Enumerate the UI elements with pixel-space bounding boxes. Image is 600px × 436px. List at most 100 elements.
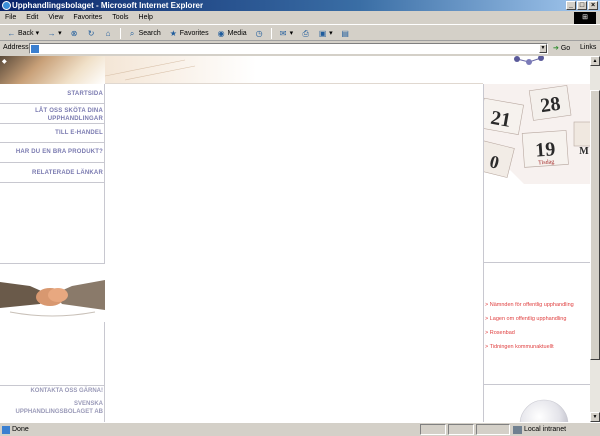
handshake-graphic <box>0 264 105 322</box>
mail-icon: ✉ <box>279 28 287 38</box>
link-lagen[interactable]: > Lagen om offentlig upphandling <box>484 312 590 326</box>
mail-button[interactable]: ✉ ▾ <box>275 27 298 40</box>
link-namnden[interactable]: > Nämnden för offentlig upphandling <box>484 298 590 312</box>
left-divider <box>0 385 105 386</box>
company-name-line1: SVENSKA <box>73 401 103 407</box>
calendar-number-19: 19 <box>535 138 556 161</box>
status-text: Done <box>12 426 29 433</box>
left-navigation: STARTSIDA LÅT OSS SKÖTA DINA UPPHANDLING… <box>0 84 105 183</box>
media-label: Media <box>227 29 247 37</box>
nav-e-handel[interactable]: TILL E-HANDEL <box>0 124 105 143</box>
window-title: Upphandlingsbolaget - Microsoft Internet… <box>12 1 204 10</box>
contact-block: KONTAKTA OSS GÄRNA! SVENSKA UPPHANDLINGS… <box>0 387 105 416</box>
back-button[interactable]: ← Back ▾ <box>3 27 43 40</box>
print-button[interactable]: ⎙ <box>297 27 314 40</box>
scroll-down-icon[interactable]: ▼ <box>590 412 600 422</box>
address-input[interactable] <box>29 43 548 54</box>
banner-image <box>104 56 483 84</box>
right-column: 28 21 19 Tisdag 0 M > Nämnden för offent… <box>483 84 590 422</box>
link-tidningen[interactable]: > Tidningen kommunaktuellt <box>484 340 590 354</box>
edit-dropdown-icon[interactable]: ▾ <box>329 29 333 37</box>
related-links-list: > Nämnden för offentlig upphandling > La… <box>484 298 590 354</box>
logo-mark-icon: ◆ <box>2 59 7 65</box>
calendar-number-28: 28 <box>539 93 562 118</box>
discuss-icon: ▤ <box>341 28 349 38</box>
history-icon: ◷ <box>255 28 263 38</box>
scroll-thumb[interactable] <box>590 90 600 360</box>
address-bar: Address ▼ ➔ Go Links <box>0 42 600 55</box>
calendar-month-letter: M <box>579 146 589 157</box>
media-icon: ◉ <box>217 28 225 38</box>
maximize-button[interactable]: □ <box>577 1 587 10</box>
menu-view[interactable]: View <box>43 11 68 25</box>
menu-tools[interactable]: Tools <box>107 11 133 25</box>
edit-icon: ▣ <box>318 28 327 38</box>
home-icon: ⌂ <box>105 28 111 38</box>
link-rosenbad[interactable]: > Rosenbad <box>484 326 590 340</box>
intranet-zone-icon <box>513 426 522 434</box>
home-button[interactable]: ⌂ <box>100 27 117 40</box>
windows-logo-icon: ⊞ <box>574 12 596 24</box>
status-bar: Done Local intranet <box>0 422 600 436</box>
banner-image-right <box>483 56 590 84</box>
page-icon <box>31 45 39 53</box>
print-icon: ⎙ <box>302 28 309 38</box>
vertical-scrollbar[interactable]: ▲ ▼ <box>590 56 600 422</box>
back-dropdown-icon[interactable]: ▾ <box>36 29 40 37</box>
favorites-button[interactable]: ★ Favorites <box>165 27 213 40</box>
calendar-day-label: Tisdag <box>538 159 555 166</box>
forward-button[interactable]: → ▾ <box>43 27 66 40</box>
favorites-icon: ★ <box>169 28 177 38</box>
calendar-number-21: 21 <box>489 107 513 132</box>
search-button[interactable]: ⌕ Search <box>124 27 165 40</box>
menu-bar: File Edit View Favorites Tools Help ⊞ <box>0 11 600 25</box>
page-viewport: ◆ STARTSIDA LÅT OSS SKÖTA DINA UPPHANDLI… <box>0 56 590 422</box>
molecule-icon <box>514 56 544 65</box>
security-zone: Local intranet <box>524 426 567 433</box>
handshake-image <box>0 263 105 322</box>
media-button[interactable]: ◉ Media <box>213 27 251 40</box>
menu-edit[interactable]: Edit <box>21 11 43 25</box>
go-button[interactable]: ➔ Go <box>553 44 570 52</box>
ruler-graphic <box>104 59 196 81</box>
right-divider-bottom <box>484 384 590 385</box>
back-label: Back <box>18 29 34 37</box>
nav-startsida[interactable]: STARTSIDA <box>0 84 105 104</box>
contact-link[interactable]: KONTAKTA OSS GÄRNA! <box>0 387 103 395</box>
menu-file[interactable]: File <box>0 11 21 25</box>
minimize-button[interactable]: _ <box>566 1 576 10</box>
toolbar-separator <box>270 27 272 39</box>
toolbar-separator <box>119 27 121 39</box>
company-name-line2: UPPHANDLINGSBOLAGET AB <box>15 409 103 415</box>
scroll-up-icon[interactable]: ▲ <box>590 56 600 66</box>
search-icon: ⌕ <box>129 28 135 38</box>
page-status-icon <box>2 426 10 434</box>
refresh-icon: ↻ <box>87 28 95 38</box>
go-label: Go <box>560 45 571 52</box>
banner-image-left: ◆ <box>0 56 105 84</box>
menu-favorites[interactable]: Favorites <box>68 11 107 25</box>
favorites-label: Favorites <box>179 29 209 37</box>
status-panel <box>448 424 474 435</box>
stop-button[interactable]: ⊗ <box>66 27 83 40</box>
forward-dropdown-icon[interactable]: ▾ <box>58 29 62 37</box>
back-arrow-icon: ← <box>7 28 16 38</box>
edit-button[interactable]: ▣ ▾ <box>314 27 337 40</box>
close-button[interactable]: × <box>588 1 598 10</box>
address-dropdown-icon[interactable]: ▼ <box>539 44 547 53</box>
glass-globe-image <box>519 399 569 422</box>
go-arrow-icon: ➔ <box>553 45 559 52</box>
ie-icon <box>2 1 11 10</box>
standard-toolbar: ← Back ▾ → ▾ ⊗ ↻ ⌂ ⌕ Search ★ Favorites … <box>0 26 600 41</box>
nav-upphandlingar[interactable]: LÅT OSS SKÖTA DINA UPPHANDLINGAR <box>0 104 105 124</box>
menu-help[interactable]: Help <box>134 11 158 25</box>
nav-relaterade-lankar[interactable]: RELATERADE LÄNKAR <box>0 163 105 183</box>
forward-arrow-icon: → <box>47 28 56 38</box>
history-button[interactable]: ◷ <box>251 27 268 40</box>
mail-dropdown-icon[interactable]: ▾ <box>290 29 294 37</box>
discuss-button[interactable]: ▤ <box>337 27 354 40</box>
search-label: Search <box>138 29 161 37</box>
links-button[interactable]: Links <box>580 44 596 51</box>
refresh-button[interactable]: ↻ <box>83 27 100 40</box>
nav-bra-produkt[interactable]: HAR DU EN BRA PRODUKT? <box>0 143 105 163</box>
